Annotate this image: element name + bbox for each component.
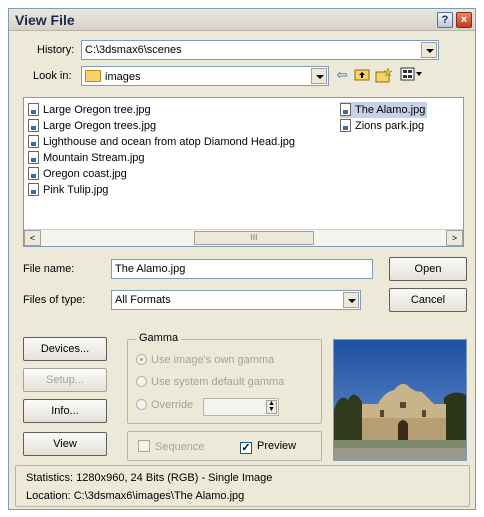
override-spinner[interactable]: ▲ ▼ xyxy=(203,398,279,416)
radio-button-icon[interactable] xyxy=(136,354,147,365)
history-dropdown[interactable]: C:\3dsmax6\scenes xyxy=(81,40,439,60)
image-file-icon xyxy=(28,151,39,164)
file-list-column-2: The Alamo.jpg Zions park.jpg xyxy=(340,102,428,134)
alamo-preview-image xyxy=(334,340,466,460)
files-of-type-dropdown[interactable]: All Formats xyxy=(111,290,361,310)
devices-button[interactable]: Devices... xyxy=(23,337,107,361)
look-in-label: Look in: xyxy=(33,70,72,82)
cancel-button[interactable]: Cancel xyxy=(389,288,467,312)
file-name-label: File name: xyxy=(23,263,75,275)
view-menu-icon[interactable] xyxy=(399,67,425,83)
scroll-left-icon[interactable]: < xyxy=(24,230,41,246)
folder-icon xyxy=(85,70,101,82)
file-list-column-1: Large Oregon tree.jpg Large Oregon trees… xyxy=(28,102,297,198)
list-item-selected[interactable]: The Alamo.jpg xyxy=(340,102,428,118)
radio-button-icon[interactable] xyxy=(136,376,147,387)
image-file-icon xyxy=(28,103,39,116)
list-item[interactable]: Zions park.jpg xyxy=(340,118,427,134)
help-button[interactable]: ? xyxy=(437,12,453,28)
close-button[interactable]: × xyxy=(456,12,472,28)
scroll-right-icon[interactable]: > xyxy=(446,230,463,246)
list-item[interactable]: Pink Tulip.jpg xyxy=(28,182,297,198)
image-file-icon xyxy=(28,167,39,180)
scrollbar-thumb[interactable]: III xyxy=(194,231,314,245)
chevron-down-icon[interactable] xyxy=(311,68,327,84)
statistics-panel: Statistics: 1280x960, 24 Bits (RGB) - Si… xyxy=(15,465,470,507)
history-value: C:\3dsmax6\scenes xyxy=(85,44,182,56)
radio-button-icon[interactable] xyxy=(136,399,147,410)
look-in-dropdown[interactable]: images xyxy=(81,66,329,86)
image-preview xyxy=(333,339,467,461)
image-file-icon xyxy=(340,103,351,116)
image-file-icon xyxy=(28,135,39,148)
gamma-override-option[interactable]: Override xyxy=(136,399,193,413)
list-item[interactable]: Large Oregon tree.jpg xyxy=(28,102,297,118)
checkbox-icon[interactable] xyxy=(138,440,150,452)
back-arrow-icon[interactable]: ⇦ xyxy=(333,67,351,83)
look-in-value: images xyxy=(105,71,141,83)
gamma-system-option[interactable]: Use system default gamma xyxy=(136,376,284,390)
checkmark-icon[interactable]: ✓ xyxy=(240,442,252,454)
list-item[interactable]: Mountain Stream.jpg xyxy=(28,150,297,166)
location-text: Location: C:\3dsmax6\images\The Alamo.jp… xyxy=(26,490,245,502)
chevron-down-icon[interactable] xyxy=(343,292,359,308)
image-file-icon xyxy=(340,119,351,132)
image-file-icon xyxy=(28,119,39,132)
statistics-text: Statistics: 1280x960, 24 Bits (RGB) - Si… xyxy=(26,472,273,484)
list-item[interactable]: Lighthouse and ocean from atop Diamond H… xyxy=(28,134,297,150)
setup-button[interactable]: Setup... xyxy=(23,368,107,392)
new-folder-icon[interactable] xyxy=(375,67,393,83)
image-file-icon xyxy=(28,183,39,196)
sequence-checkbox[interactable]: Sequence xyxy=(138,440,205,453)
history-label: History: xyxy=(37,44,75,56)
up-folder-icon[interactable] xyxy=(353,67,371,83)
list-item[interactable]: Large Oregon trees.jpg xyxy=(28,118,297,134)
list-item[interactable]: Oregon coast.jpg xyxy=(28,166,297,182)
info-button[interactable]: Info... xyxy=(23,399,107,423)
file-name-field[interactable]: The Alamo.jpg xyxy=(111,259,373,279)
file-name-value: The Alamo.jpg xyxy=(115,263,186,275)
files-of-type-value: All Formats xyxy=(115,294,171,306)
horizontal-scrollbar[interactable]: < III > xyxy=(24,229,463,246)
sequence-preview-group: Sequence ✓ Preview xyxy=(127,431,322,461)
open-button[interactable]: Open xyxy=(389,257,467,281)
gamma-group: Gamma Use image's own gamma Use system d… xyxy=(127,332,322,424)
file-list[interactable]: Large Oregon tree.jpg Large Oregon trees… xyxy=(23,97,464,247)
gamma-title: Gamma xyxy=(136,332,182,344)
chevron-down-icon[interactable] xyxy=(421,42,437,58)
files-of-type-label: Files of type: xyxy=(23,294,86,306)
spinner-arrows-icon[interactable]: ▲ ▼ xyxy=(266,400,277,414)
view-button[interactable]: View xyxy=(23,432,107,456)
dialog-title: View File xyxy=(15,12,75,28)
gamma-own-option[interactable]: Use image's own gamma xyxy=(136,354,274,368)
title-bar[interactable]: View File ? × xyxy=(9,9,475,31)
preview-checkbox[interactable]: ✓ Preview xyxy=(240,440,296,454)
view-file-dialog: View File ? × History: C:\3dsmax6\scenes… xyxy=(8,8,476,510)
